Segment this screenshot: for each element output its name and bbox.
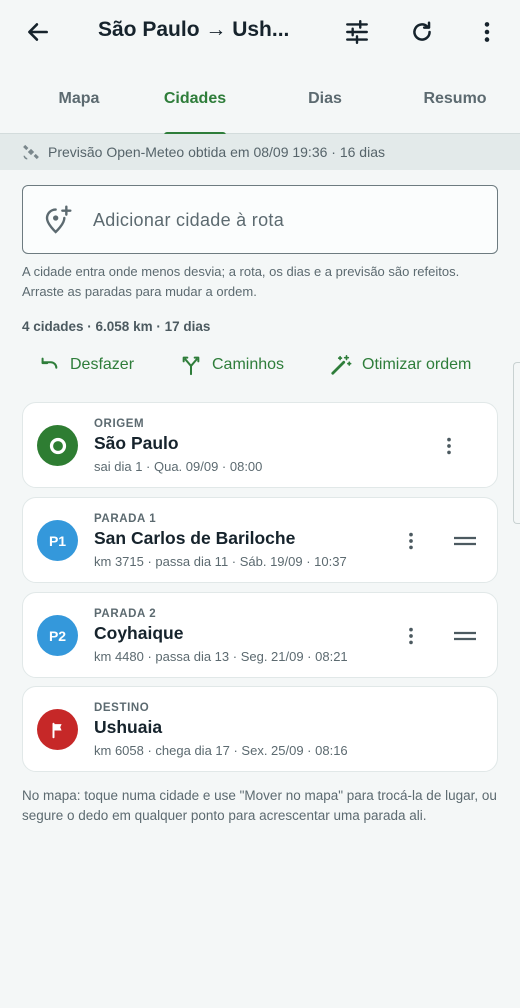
optimize-order-button[interactable]: Otimizar ordem [330, 348, 471, 382]
add-city-input[interactable]: Adicionar cidade à rota [22, 185, 498, 254]
tab-label: Resumo [423, 90, 487, 107]
page-title: São Paulo → Ush... [98, 18, 290, 41]
fork-routes-icon [182, 356, 200, 376]
magic-wand-icon [331, 355, 352, 375]
flag-icon [52, 722, 62, 738]
filter-button[interactable] [335, 10, 379, 54]
map-hint: No mapa: toque numa cidade e use "Mover … [22, 788, 497, 823]
stop-meta: km 6058 · chega dia 17 · Sex. 25/09 · 08… [94, 743, 348, 758]
app-bar: São Paulo → Ush... [0, 0, 520, 64]
tab-label: Mapa [58, 90, 100, 107]
stop-meta: sai dia 1 · Qua. 09/09 · 08:00 [94, 459, 263, 474]
more-vertical-icon [447, 437, 451, 455]
tab-resumo[interactable]: Resumo [390, 64, 520, 134]
stop-card-parada-1[interactable]: P1 PARADA 1 San Carlos de Bariloche km 3… [22, 497, 498, 583]
side-drawer-handle[interactable] [513, 362, 520, 524]
route-actions: Desfazer Caminhos Otimizar ordem [0, 348, 520, 382]
add-location-icon [45, 205, 72, 234]
drag-handle[interactable] [451, 626, 479, 646]
drag-handle-icon [454, 536, 476, 546]
add-city-hint: A cidade entra onde menos desvia; a rota… [22, 264, 460, 299]
overflow-menu-button[interactable] [465, 10, 509, 54]
route-summary: 4 cidades · 6.058 km · 17 dias [22, 319, 211, 334]
forecast-banner: Previsão Open-Meteo obtida em 08/09 19:3… [0, 134, 520, 170]
undo-icon [41, 357, 58, 369]
optimize-order-label: Otimizar ordem [362, 356, 472, 373]
stop-name: Ushuaia [94, 717, 163, 737]
stop-menu-button[interactable] [434, 430, 464, 462]
more-vertical-icon [484, 22, 490, 42]
stop-meta: km 4480 · passa dia 13 · Seg. 21/09 · 08… [94, 649, 348, 664]
tune-sliders-icon [346, 19, 368, 45]
routes-label: Caminhos [212, 356, 285, 373]
stop-card-parada-2[interactable]: P2 PARADA 2 Coyhaique km 4480 · passa di… [22, 592, 498, 678]
add-city-placeholder: Adicionar cidade à rota [93, 210, 285, 230]
arrow-left-icon [28, 23, 48, 41]
stop-name: San Carlos de Bariloche [94, 528, 296, 548]
tab-bar: Mapa Cidades Dias Resumo [0, 64, 520, 135]
undo-label: Desfazer [70, 356, 135, 373]
stop-kind: PARADA 2 [94, 608, 157, 620]
origin-badge [37, 425, 78, 466]
refresh-button[interactable] [400, 10, 444, 54]
tab-label: Dias [308, 90, 342, 107]
tab-cidades[interactable]: Cidades [130, 64, 260, 135]
refresh-icon [413, 21, 431, 41]
tab-label: Cidades [163, 90, 227, 107]
stop-name: Coyhaique [94, 623, 184, 643]
stop-kind: PARADA 1 [94, 513, 157, 525]
tab-dias[interactable]: Dias [260, 64, 390, 134]
stop-card-origin[interactable]: ORIGEM São Paulo sai dia 1 · Qua. 09/09 … [22, 402, 498, 488]
stop-card-destination[interactable]: DESTINO Ushuaia km 6058 · chega dia 17 ·… [22, 686, 498, 772]
more-vertical-icon [409, 532, 413, 550]
stop-menu-button[interactable] [396, 525, 426, 557]
tab-mapa[interactable]: Mapa [14, 64, 144, 134]
stop-badge: P2 [37, 615, 78, 656]
satellite-icon [23, 144, 39, 160]
drag-handle-icon [454, 631, 476, 641]
stop-badge: P1 [37, 520, 78, 561]
drag-handle[interactable] [451, 531, 479, 551]
undo-button[interactable]: Desfazer [38, 348, 134, 382]
stop-kind: ORIGEM [94, 418, 145, 430]
forecast-banner-text: Previsão Open-Meteo obtida em 08/09 19:3… [48, 144, 385, 160]
destination-badge [37, 709, 78, 750]
back-button[interactable] [16, 10, 60, 54]
routes-button[interactable]: Caminhos [180, 348, 284, 382]
more-vertical-icon [409, 627, 413, 645]
stop-menu-button[interactable] [396, 620, 426, 652]
stop-meta: km 3715 · passa dia 11 · Sáb. 19/09 · 10… [94, 554, 347, 569]
stop-name: São Paulo [94, 433, 179, 453]
stop-kind: DESTINO [94, 702, 150, 714]
origin-ring-icon [49, 437, 66, 454]
